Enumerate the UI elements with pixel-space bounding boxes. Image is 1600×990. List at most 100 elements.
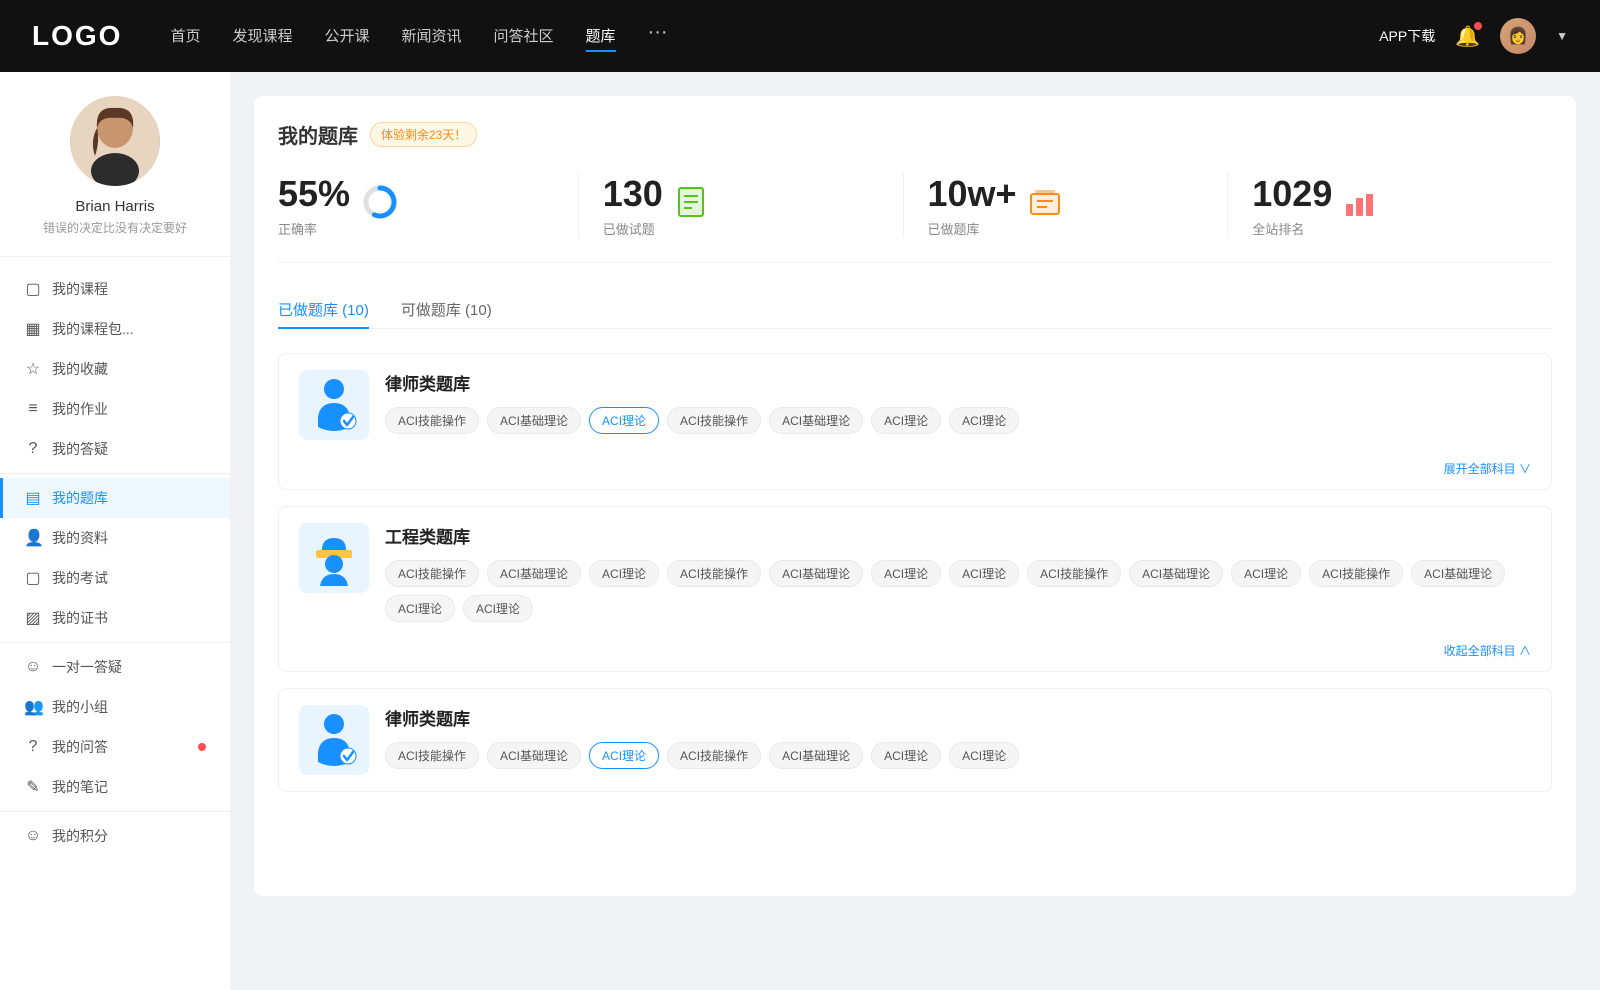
sidebar-item-my-questions[interactable]: ? 我的问答 [0,727,230,767]
tag-2-8[interactable]: ACI基础理论 [1129,560,1223,587]
qbank-icon: ▤ [24,488,42,508]
qbank-card-2-icon [299,523,369,593]
qbank-card-3-tags: ACI技能操作 ACI基础理论 ACI理论 ACI技能操作 ACI基础理论 AC… [385,742,1531,769]
qbank-card-3-icon [299,705,369,775]
sidebar: Brian Harris 错误的决定比没有决定要好 ▢ 我的课程 ▦ 我的课程包… [0,72,230,990]
nav-discover[interactable]: 发现课程 [232,21,292,52]
tag-1-3[interactable]: ACI技能操作 [667,407,761,434]
sidebar-item-qbank[interactable]: ▤ 我的题库 [0,478,230,518]
stat-done-questions-value: 130 [603,173,663,215]
sidebar-item-tutoring[interactable]: ☺ 一对一答疑 [0,647,230,687]
nav-right: APP下载 🔔 👩 ▼ [1379,18,1568,54]
notification-bell[interactable]: 🔔 [1455,24,1480,49]
tab-todo-banks[interactable]: 可做题库 (10) [401,291,492,328]
tag-2-10[interactable]: ACI技能操作 [1309,560,1403,587]
sidebar-item-questions[interactable]: ? 我的答疑 [0,429,230,469]
exams-icon: ▢ [24,568,42,588]
tag-2-7[interactable]: ACI技能操作 [1027,560,1121,587]
nav-open-course[interactable]: 公开课 [324,21,369,52]
tag-1-0[interactable]: ACI技能操作 [385,407,479,434]
tag-2-6[interactable]: ACI理论 [949,560,1019,587]
qbank-card-2-tags: ACI技能操作 ACI基础理论 ACI理论 ACI技能操作 ACI基础理论 AC… [385,560,1531,622]
sidebar-divider-1 [0,473,230,474]
sidebar-item-notes[interactable]: ✎ 我的笔记 [0,767,230,807]
sidebar-label-notes: 我的笔记 [52,777,206,797]
tag-2-2[interactable]: ACI理论 [589,560,659,587]
sidebar-item-my-courses[interactable]: ▢ 我的课程 [0,269,230,309]
sidebar-item-groups[interactable]: 👥 我的小组 [0,687,230,727]
tag-3-4[interactable]: ACI基础理论 [769,742,863,769]
sidebar-label-homework: 我的作业 [52,399,206,419]
notification-dot [1474,22,1482,30]
sidebar-item-favorites[interactable]: ☆ 我的收藏 [0,349,230,389]
avatar[interactable]: 👩 [1500,18,1536,54]
logo: LOGO [32,20,122,52]
sidebar-item-points[interactable]: ☺ 我的积分 [0,816,230,856]
engineer-icon [306,528,362,588]
qbank-card-1-icon [299,370,369,440]
stat-accuracy: 55% 正确率 [278,173,579,238]
stat-ranking-text: 1029 全站排名 [1252,173,1332,238]
tag-1-2[interactable]: ACI理论 [589,407,659,434]
qbank-card-3: 律师类题库 ACI技能操作 ACI基础理论 ACI理论 ACI技能操作 ACI基… [278,688,1552,792]
tag-2-1[interactable]: ACI基础理论 [487,560,581,587]
tag-3-3[interactable]: ACI技能操作 [667,742,761,769]
avatar-dropdown-arrow[interactable]: ▼ [1556,29,1568,43]
nav-more[interactable]: ··· [648,21,668,52]
qbank-card-2-collapse[interactable]: 收起全部科目 ∧ [279,638,1551,671]
tag-2-3[interactable]: ACI技能操作 [667,560,761,587]
nav-news[interactable]: 新闻资讯 [402,21,462,52]
stat-done-questions-text: 130 已做试题 [603,173,663,238]
groups-icon: 👥 [24,697,42,717]
tag-3-6[interactable]: ACI理论 [949,742,1019,769]
tag-1-5[interactable]: ACI理论 [871,407,941,434]
tag-1-1[interactable]: ACI基础理论 [487,407,581,434]
nav-qbank[interactable]: 题库 [586,21,616,52]
tag-2-5[interactable]: ACI理论 [871,560,941,587]
qbank-card-1-header: 律师类题库 ACI技能操作 ACI基础理论 ACI理论 ACI技能操作 ACI基… [279,354,1551,456]
tag-2-9[interactable]: ACI理论 [1231,560,1301,587]
qbank-card-1-expand[interactable]: 展开全部科目 ∨ [279,456,1551,489]
tag-2-12[interactable]: ACI理论 [385,595,455,622]
tag-2-4[interactable]: ACI基础理论 [769,560,863,587]
profile-avatar-image [70,96,160,186]
tag-3-2[interactable]: ACI理论 [589,742,659,769]
sidebar-item-homework[interactable]: ≡ 我的作业 [0,389,230,429]
qbank-card-2-body: 工程类题库 ACI技能操作 ACI基础理论 ACI理论 ACI技能操作 ACI基… [385,523,1531,622]
tag-1-6[interactable]: ACI理论 [949,407,1019,434]
course-package-icon: ▦ [24,319,42,339]
sidebar-label-questions: 我的答疑 [52,439,206,459]
sidebar-item-exams[interactable]: ▢ 我的考试 [0,558,230,598]
trial-badge: 体验剩余23天！ [370,122,477,147]
lawyer-icon [306,375,362,435]
sidebar-divider-2 [0,642,230,643]
tag-2-11[interactable]: ACI基础理论 [1411,560,1505,587]
stat-done-banks-text: 10w+ 已做题库 [928,173,1017,238]
tab-done-banks[interactable]: 已做题库 (10) [278,291,369,328]
nav-home[interactable]: 首页 [170,21,200,52]
tag-3-1[interactable]: ACI基础理论 [487,742,581,769]
page-header: 我的题库 体验剩余23天！ [278,120,1552,149]
stat-ranking-value: 1029 [1252,173,1332,215]
sidebar-item-certificate[interactable]: ▨ 我的证书 [0,598,230,638]
favorites-icon: ☆ [24,359,42,379]
tag-2-0[interactable]: ACI技能操作 [385,560,479,587]
qbank-card-1: 律师类题库 ACI技能操作 ACI基础理论 ACI理论 ACI技能操作 ACI基… [278,353,1552,490]
stat-done-banks: 10w+ 已做题库 [904,173,1229,238]
qbank-card-3-title: 律师类题库 [385,705,1531,730]
questions-icon: ? [24,440,42,458]
app-download-button[interactable]: APP下载 [1379,26,1435,46]
tag-3-5[interactable]: ACI理论 [871,742,941,769]
sidebar-item-course-package[interactable]: ▦ 我的课程包... [0,309,230,349]
profile-motto: 错误的决定比没有决定要好 [43,219,187,236]
nav-qa[interactable]: 问答社区 [494,21,554,52]
qbank-card-3-body: 律师类题库 ACI技能操作 ACI基础理论 ACI理论 ACI技能操作 ACI基… [385,705,1531,769]
tag-1-4[interactable]: ACI基础理论 [769,407,863,434]
tag-3-0[interactable]: ACI技能操作 [385,742,479,769]
profile-name: Brian Harris [75,198,154,215]
stat-accuracy-text: 55% 正确率 [278,173,350,238]
tag-2-13[interactable]: ACI理论 [463,595,533,622]
qbank-card-2-title: 工程类题库 [385,523,1531,548]
avatar-image: 👩 [1500,18,1536,54]
sidebar-item-materials[interactable]: 👤 我的资料 [0,518,230,558]
